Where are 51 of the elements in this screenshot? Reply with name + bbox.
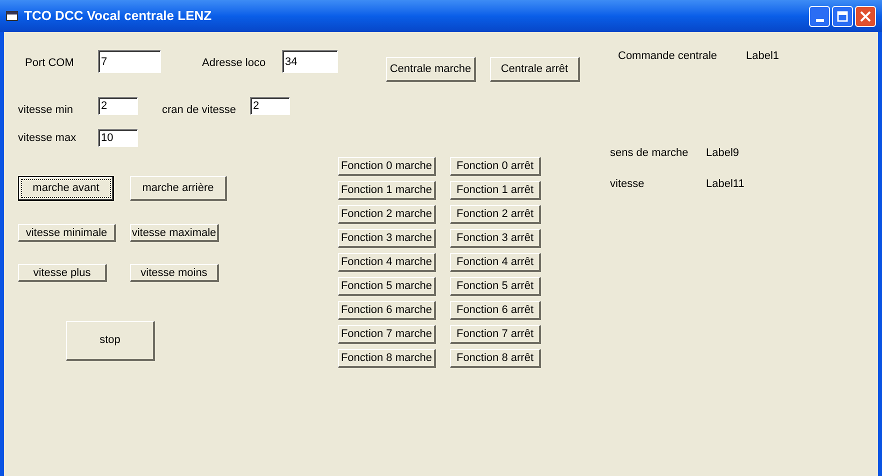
command-button[interactable]: Fonction 1 arrêt: [450, 181, 541, 200]
input-field[interactable]: 2: [98, 97, 138, 115]
minimize-button[interactable]: [809, 6, 830, 26]
command-button[interactable]: Fonction 7 marche: [338, 325, 436, 344]
command-button[interactable]: vitesse minimale: [18, 224, 116, 242]
field-label: vitesse min: [18, 104, 74, 117]
status-label: Commande centrale: [618, 50, 718, 63]
command-button[interactable]: Fonction 2 marche: [338, 205, 436, 224]
command-button[interactable]: vitesse maximale: [130, 224, 219, 242]
command-button[interactable]: Centrale arrêt: [490, 57, 580, 82]
command-button[interactable]: Fonction 0 marche: [338, 157, 436, 176]
command-button[interactable]: marche arrière: [130, 176, 227, 201]
command-button[interactable]: marche avant: [18, 176, 114, 201]
command-button[interactable]: Fonction 3 marche: [338, 229, 436, 248]
command-button[interactable]: Centrale marche: [386, 57, 476, 82]
input-field[interactable]: 2: [250, 97, 290, 115]
maximize-button[interactable]: [832, 6, 853, 26]
input-field[interactable]: 7: [98, 50, 161, 73]
field-label: cran de vitesse: [162, 104, 236, 117]
status-value: Label9: [706, 147, 740, 160]
status-label: sens de marche: [610, 147, 688, 160]
field-label: Port COM: [25, 57, 74, 70]
minimize-icon: [816, 18, 824, 22]
command-button[interactable]: Fonction 5 marche: [338, 277, 436, 296]
status-label: vitesse: [610, 178, 644, 191]
command-button[interactable]: Fonction 4 marche: [338, 253, 436, 272]
command-button[interactable]: Fonction 0 arrêt: [450, 157, 541, 176]
maximize-icon: [837, 10, 848, 22]
command-button[interactable]: Fonction 7 arrêt: [450, 325, 541, 344]
command-button[interactable]: stop: [66, 321, 155, 361]
field-label: vitesse max: [18, 132, 76, 145]
field-label: Adresse loco: [202, 57, 266, 70]
command-button[interactable]: Fonction 3 arrêt: [450, 229, 541, 248]
command-button[interactable]: Fonction 1 marche: [338, 181, 436, 200]
command-button[interactable]: Fonction 8 marche: [338, 349, 436, 368]
input-field[interactable]: 10: [98, 129, 138, 147]
input-field[interactable]: 34: [282, 50, 338, 73]
command-button[interactable]: vitesse moins: [130, 264, 219, 282]
command-button[interactable]: Fonction 2 arrêt: [450, 205, 541, 224]
command-button[interactable]: Fonction 5 arrêt: [450, 277, 541, 296]
command-button[interactable]: Fonction 6 marche: [338, 301, 436, 320]
command-button[interactable]: Fonction 8 arrêt: [450, 349, 541, 368]
status-value: Label1: [746, 50, 780, 63]
window-title: TCO DCC Vocal centrale LENZ: [24, 7, 212, 26]
status-value: Label11: [706, 178, 744, 191]
close-icon: [860, 10, 871, 22]
command-button[interactable]: Fonction 4 arrêt: [450, 253, 541, 272]
command-button[interactable]: Fonction 6 arrêt: [450, 301, 541, 320]
close-button[interactable]: [855, 6, 876, 26]
command-button[interactable]: vitesse plus: [18, 264, 107, 282]
window-icon: [6, 10, 18, 22]
